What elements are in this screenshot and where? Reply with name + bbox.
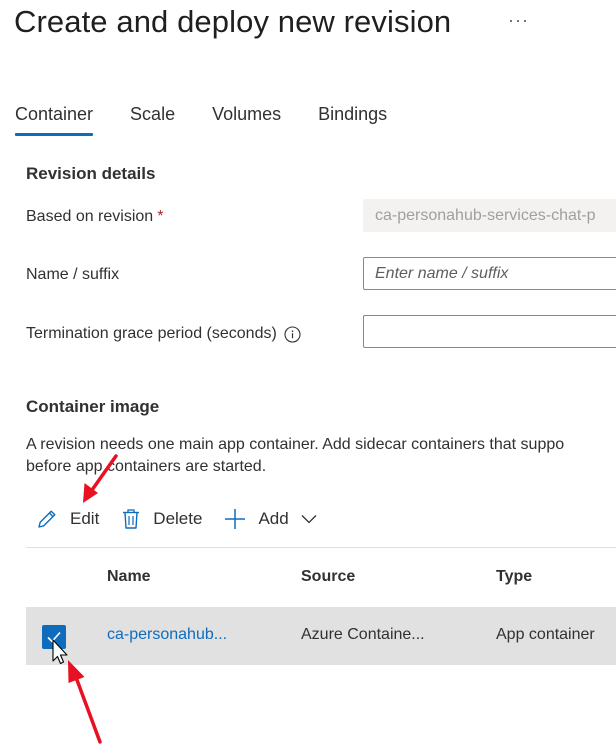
- revision-details-heading: Revision details: [26, 164, 156, 183]
- description-line-1: A revision needs one main app container.…: [26, 436, 565, 453]
- tab-scale[interactable]: Scale: [130, 104, 175, 133]
- tab-volumes[interactable]: Volumes: [212, 104, 281, 133]
- based-on-revision-value: ca-personahub-services-chat-p: [375, 206, 596, 224]
- column-header-type[interactable]: Type: [496, 568, 532, 586]
- based-on-revision-field: ca-personahub-services-chat-p: [363, 199, 616, 232]
- more-options-button[interactable]: ···: [508, 10, 529, 31]
- toolbar-divider: [26, 547, 616, 548]
- container-toolbar: Edit Delete Add: [36, 508, 351, 530]
- termination-grace-label: Termination grace period (seconds): [26, 325, 301, 343]
- name-suffix-label: Name / suffix: [26, 266, 120, 283]
- column-header-source[interactable]: Source: [301, 568, 355, 586]
- termination-grace-input[interactable]: [363, 315, 616, 348]
- column-header-name[interactable]: Name: [107, 568, 151, 586]
- description-line-2: before app containers are started.: [26, 458, 267, 475]
- tab-bindings[interactable]: Bindings: [318, 104, 387, 133]
- table-row[interactable]: ca-personahub... Azure Containe... App c…: [26, 607, 616, 665]
- based-on-revision-label-text: Based on revision: [26, 208, 154, 225]
- name-suffix-input[interactable]: Enter name / suffix: [363, 257, 616, 290]
- tab-bar: Container Scale Volumes Bindings: [15, 104, 424, 136]
- row-type: App container: [496, 626, 595, 643]
- chevron-down-icon[interactable]: [301, 514, 317, 524]
- tab-container[interactable]: Container: [15, 104, 94, 136]
- row-name-link[interactable]: ca-personahub...: [107, 626, 227, 644]
- add-button[interactable]: Add: [224, 508, 328, 530]
- page-title: Create and deploy new revision: [14, 4, 452, 39]
- info-icon[interactable]: [284, 325, 301, 343]
- trash-icon: [123, 509, 140, 529]
- row-checkbox[interactable]: [42, 625, 66, 649]
- name-suffix-placeholder: Enter name / suffix: [375, 264, 509, 282]
- add-label: Add: [258, 509, 289, 528]
- termination-grace-label-text: Termination grace period (seconds): [26, 325, 277, 342]
- delete-button[interactable]: Delete: [121, 508, 202, 530]
- pencil-icon: [38, 510, 56, 528]
- row-source: Azure Containe...: [301, 626, 425, 643]
- delete-label: Delete: [153, 509, 203, 528]
- based-on-revision-label: Based on revision *: [26, 208, 163, 226]
- annotation-arrow-checkbox-icon: [68, 660, 102, 744]
- checkmark-icon: [47, 631, 61, 643]
- required-marker: *: [157, 208, 164, 225]
- edit-label: Edit: [70, 509, 100, 528]
- plus-icon: [225, 509, 246, 529]
- container-image-description: A revision needs one main app container.…: [26, 434, 616, 478]
- edit-button[interactable]: Edit: [36, 508, 99, 530]
- container-image-heading: Container image: [26, 397, 160, 416]
